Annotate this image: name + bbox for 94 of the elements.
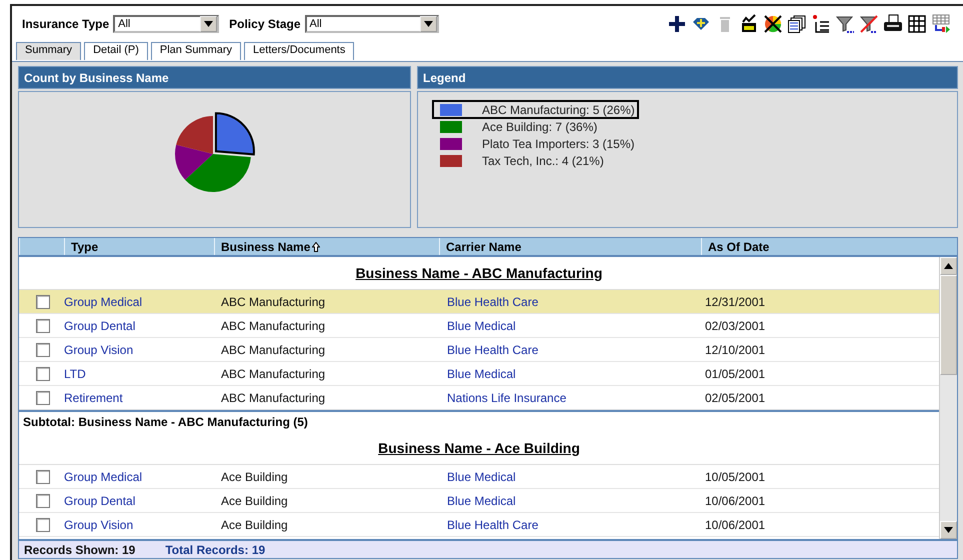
- carrier-link[interactable]: Blue Medical: [447, 470, 705, 484]
- plus-icon: [667, 14, 687, 34]
- type-link[interactable]: LTD: [64, 366, 221, 380]
- legend-item[interactable]: Tax Tech, Inc.: 4 (21%): [432, 151, 608, 170]
- table-cell-text: 12/31/2001: [705, 294, 766, 308]
- scrollbar[interactable]: [939, 257, 957, 539]
- table-export-button[interactable]: [931, 14, 951, 34]
- table-cell-text: ABC Manufacturing: [221, 294, 326, 308]
- table-button[interactable]: [907, 14, 927, 34]
- table-cell-text: 10/05/2001: [705, 470, 766, 484]
- carrier-link[interactable]: Blue Health Care: [447, 342, 705, 356]
- table-cell-text: ABC Manufacturing: [221, 366, 326, 380]
- row-checkbox[interactable]: [36, 470, 50, 484]
- check-all-icon: [739, 14, 759, 34]
- tab[interactable]: Detail (P): [84, 42, 148, 60]
- list-button[interactable]: [811, 14, 831, 34]
- filter-button[interactable]: [835, 14, 855, 34]
- carrier-link[interactable]: Nations Life Insurance: [447, 390, 705, 404]
- table-cell-text: ABC Manufacturing: [221, 390, 326, 404]
- caret-icon: [944, 263, 953, 269]
- table-cell-text: Ace Building: [221, 518, 289, 532]
- legend-label: Ace Building: 7 (36%): [482, 120, 598, 134]
- table-row[interactable]: Group Medical ABC Manufacturing Blue Health Care 12/31/2001: [19, 290, 939, 314]
- table-cell-text: ABC Manufacturing: [221, 318, 326, 332]
- table-cell-text: 10/06/2001: [705, 518, 766, 532]
- records-shown: Records Shown: 19: [24, 542, 136, 556]
- filter-label: Insurance Type: [22, 17, 110, 31]
- legend-item[interactable]: ABC Manufacturing: 5 (26%): [432, 100, 639, 119]
- table-cell-text: 10/06/2001: [705, 494, 766, 508]
- row-checkbox[interactable]: [36, 342, 50, 356]
- row-checkbox[interactable]: [36, 318, 50, 332]
- type-link[interactable]: Group Dental: [64, 494, 221, 508]
- table-cell-text: 02/03/2001: [705, 318, 766, 332]
- table-cell-text: Ace Building: [221, 494, 289, 508]
- plus-button[interactable]: [667, 14, 687, 34]
- group-heading: Business Name - ABC Manufacturing: [356, 265, 602, 281]
- row-checkbox[interactable]: [36, 390, 50, 404]
- table-cell-text: Ace Building: [221, 470, 289, 484]
- carrier-link[interactable]: Blue Health Care: [447, 518, 705, 532]
- filter-icon: [835, 14, 855, 34]
- type-link[interactable]: Retirement: [64, 390, 221, 404]
- filter-cancel-button[interactable]: [859, 14, 879, 34]
- panel-header: Count by Business Name: [18, 66, 411, 89]
- row-checkbox[interactable]: [36, 294, 50, 308]
- carrier-link[interactable]: Blue Medical: [447, 494, 705, 508]
- table-cell-text: 02/05/2001: [705, 390, 766, 404]
- table-icon: [907, 14, 927, 34]
- caret-icon: [944, 527, 953, 533]
- group-heading: Business Name - Ace Building: [378, 440, 580, 456]
- legend-item[interactable]: Ace Building: 7 (36%): [432, 117, 602, 136]
- tab[interactable]: Plan Summary: [150, 42, 242, 60]
- table-cell-text: 01/05/2001: [705, 366, 766, 380]
- carrier-link[interactable]: Blue Health Care: [447, 294, 705, 308]
- column-header[interactable]: As Of Date: [701, 238, 957, 255]
- legend-label: Plato Tea Importers: 3 (15%): [482, 136, 635, 150]
- print-icon: [883, 14, 903, 34]
- legend-item[interactable]: Plato Tea Importers: 3 (15%): [432, 134, 639, 153]
- column-header[interactable]: Business Name: [214, 238, 439, 255]
- legend-label: Tax Tech, Inc.: 4 (21%): [482, 154, 604, 168]
- table-export-icon: [931, 14, 951, 34]
- caret-icon: [424, 21, 433, 27]
- column-header[interactable]: Carrier Name: [439, 238, 701, 255]
- type-link[interactable]: Group Medical: [64, 294, 221, 308]
- row-checkbox[interactable]: [36, 366, 50, 380]
- carrier-link[interactable]: Blue Medical: [447, 366, 705, 380]
- filter-dropdown[interactable]: All: [113, 15, 220, 33]
- pages-button[interactable]: [787, 14, 807, 34]
- type-link[interactable]: Group Vision: [64, 342, 221, 356]
- carrier-link[interactable]: Blue Medical: [447, 318, 705, 332]
- check-all-button[interactable]: [739, 14, 759, 34]
- pages-icon: [787, 14, 807, 34]
- total-records: Total Records: 19: [165, 542, 266, 556]
- pie-x-button[interactable]: [763, 14, 783, 34]
- table-cell-text: 12/10/2001: [705, 342, 766, 356]
- list-icon: [811, 14, 831, 34]
- table-cell-text: ABC Manufacturing: [221, 342, 326, 356]
- row-checkbox[interactable]: [36, 518, 50, 532]
- row-checkbox[interactable]: [36, 494, 50, 508]
- panel-header: Legend: [417, 66, 958, 89]
- filter-cancel-icon: [859, 14, 879, 34]
- legend-label: ABC Manufacturing: 5 (26%): [482, 102, 635, 116]
- type-link[interactable]: Group Medical: [64, 470, 221, 484]
- pie-x-icon: [763, 14, 783, 34]
- subtotal-label: Subtotal: Business Name - ABC Manufacturing (5): [23, 415, 308, 429]
- tab[interactable]: Summary: [16, 42, 82, 60]
- filter-label: Policy Stage: [229, 17, 301, 31]
- column-header[interactable]: Type: [64, 238, 214, 255]
- filter-dropdown[interactable]: All: [304, 15, 439, 33]
- type-link[interactable]: Group Vision: [64, 518, 221, 532]
- print-button[interactable]: [883, 14, 903, 34]
- sort-up-icon: [312, 242, 320, 252]
- caret-icon: [204, 21, 214, 27]
- type-link[interactable]: Group Dental: [64, 318, 221, 332]
- tab[interactable]: Letters/Documents: [244, 42, 354, 60]
